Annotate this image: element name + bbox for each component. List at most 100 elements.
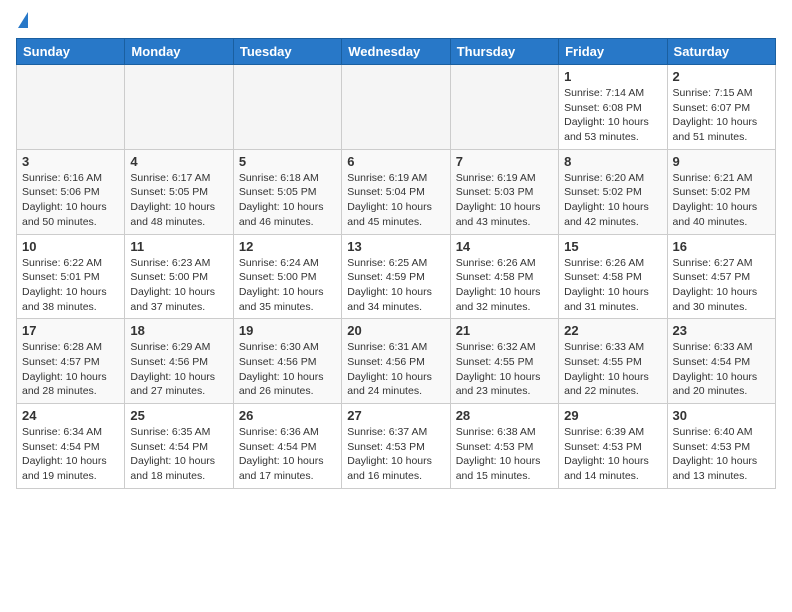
calendar-cell: 25 Sunrise: 6:35 AMSunset: 4:54 PMDayligh… [125,404,233,489]
day-number: 5 [239,154,336,169]
day-detail: Sunrise: 6:19 AMSunset: 5:04 PMDaylight:… [347,171,444,230]
calendar-cell: 8 Sunrise: 6:20 AMSunset: 5:02 PMDaylight… [559,149,667,234]
calendar-cell: 10 Sunrise: 6:22 AMSunset: 5:01 PMDayligh… [17,234,125,319]
day-number: 7 [456,154,553,169]
day-number: 6 [347,154,444,169]
day-number: 20 [347,323,444,338]
weekday-header-tuesday: Tuesday [233,39,341,65]
calendar-cell: 11 Sunrise: 6:23 AMSunset: 5:00 PMDayligh… [125,234,233,319]
day-detail: Sunrise: 6:23 AMSunset: 5:00 PMDaylight:… [130,256,227,315]
page: SundayMondayTuesdayWednesdayThursdayFrid… [0,0,792,499]
day-detail: Sunrise: 6:18 AMSunset: 5:05 PMDaylight:… [239,171,336,230]
day-number: 29 [564,408,661,423]
calendar-cell: 28 Sunrise: 6:38 AMSunset: 4:53 PMDayligh… [450,404,558,489]
calendar-cell: 14Sunrise: 6:26 AMSunset: 4:58 PMDayligh… [450,234,558,319]
day-number: 18 [130,323,227,338]
calendar-cell: 27Sunrise: 6:37 AMSunset: 4:53 PMDayligh… [342,404,450,489]
calendar: SundayMondayTuesdayWednesdayThursdayFrid… [16,38,776,489]
day-detail: Sunrise: 6:28 AMSunset: 4:57 PMDaylight:… [22,340,119,399]
day-detail: Sunrise: 6:37 AMSunset: 4:53 PMDaylight:… [347,425,444,484]
week-row-2: 3 Sunrise: 6:16 AMSunset: 5:06 PMDaylight… [17,149,776,234]
calendar-cell: 2Sunrise: 7:15 AMSunset: 6:07 PMDaylight… [667,65,775,150]
calendar-cell: 29Sunrise: 6:39 AMSunset: 4:53 PMDayligh… [559,404,667,489]
weekday-header-wednesday: Wednesday [342,39,450,65]
day-detail: Sunrise: 6:33 AMSunset: 4:55 PMDaylight:… [564,340,661,399]
calendar-cell [342,65,450,150]
day-detail: Sunrise: 6:20 AMSunset: 5:02 PMDaylight:… [564,171,661,230]
calendar-cell: 5 Sunrise: 6:18 AMSunset: 5:05 PMDaylight… [233,149,341,234]
day-number: 3 [22,154,119,169]
day-number: 4 [130,154,227,169]
day-number: 21 [456,323,553,338]
calendar-cell: 9Sunrise: 6:21 AMSunset: 5:02 PMDaylight… [667,149,775,234]
calendar-cell: 7 Sunrise: 6:19 AMSunset: 5:03 PMDaylight… [450,149,558,234]
week-row-3: 10 Sunrise: 6:22 AMSunset: 5:01 PMDayligh… [17,234,776,319]
calendar-cell: 23Sunrise: 6:33 AMSunset: 4:54 PMDayligh… [667,319,775,404]
calendar-cell: 15 Sunrise: 6:26 AMSunset: 4:58 PMDayligh… [559,234,667,319]
day-detail: Sunrise: 6:17 AMSunset: 5:05 PMDaylight:… [130,171,227,230]
calendar-cell [233,65,341,150]
calendar-cell: 16 Sunrise: 6:27 AMSunset: 4:57 PMDayligh… [667,234,775,319]
calendar-cell: 22 Sunrise: 6:33 AMSunset: 4:55 PMDayligh… [559,319,667,404]
day-detail: Sunrise: 6:38 AMSunset: 4:53 PMDaylight:… [456,425,553,484]
day-detail: Sunrise: 6:26 AMSunset: 4:58 PMDaylight:… [564,256,661,315]
day-detail: Sunrise: 6:31 AMSunset: 4:56 PMDaylight:… [347,340,444,399]
day-number: 23 [673,323,770,338]
calendar-cell: 6 Sunrise: 6:19 AMSunset: 5:04 PMDaylight… [342,149,450,234]
calendar-cell: 21 Sunrise: 6:32 AMSunset: 4:55 PMDayligh… [450,319,558,404]
header [16,16,776,28]
day-number: 1 [564,69,661,84]
weekday-header-monday: Monday [125,39,233,65]
day-detail: Sunrise: 6:30 AMSunset: 4:56 PMDaylight:… [239,340,336,399]
day-number: 30 [673,408,770,423]
day-number: 13 [347,239,444,254]
day-detail: Sunrise: 6:36 AMSunset: 4:54 PMDaylight:… [239,425,336,484]
calendar-cell [125,65,233,150]
day-number: 12 [239,239,336,254]
day-detail: Sunrise: 6:25 AMSunset: 4:59 PMDaylight:… [347,256,444,315]
weekday-header-thursday: Thursday [450,39,558,65]
day-detail: Sunrise: 6:29 AMSunset: 4:56 PMDaylight:… [130,340,227,399]
day-detail: Sunrise: 6:40 AMSunset: 4:53 PMDaylight:… [673,425,770,484]
weekday-header-friday: Friday [559,39,667,65]
week-row-1: 1 Sunrise: 7:14 AMSunset: 6:08 PMDaylight… [17,65,776,150]
weekday-header-sunday: Sunday [17,39,125,65]
calendar-cell: 26 Sunrise: 6:36 AMSunset: 4:54 PMDayligh… [233,404,341,489]
day-number: 28 [456,408,553,423]
day-number: 25 [130,408,227,423]
logo [16,16,28,28]
day-number: 24 [22,408,119,423]
day-detail: Sunrise: 6:35 AMSunset: 4:54 PMDaylight:… [130,425,227,484]
day-number: 10 [22,239,119,254]
calendar-cell: 18 Sunrise: 6:29 AMSunset: 4:56 PMDayligh… [125,319,233,404]
day-detail: Sunrise: 7:15 AMSunset: 6:07 PMDaylight:… [673,86,770,145]
calendar-cell: 19 Sunrise: 6:30 AMSunset: 4:56 PMDayligh… [233,319,341,404]
day-number: 11 [130,239,227,254]
calendar-cell: 30 Sunrise: 6:40 AMSunset: 4:53 PMDayligh… [667,404,775,489]
day-detail: Sunrise: 6:22 AMSunset: 5:01 PMDaylight:… [22,256,119,315]
day-detail: Sunrise: 6:16 AMSunset: 5:06 PMDaylight:… [22,171,119,230]
calendar-cell: 13 Sunrise: 6:25 AMSunset: 4:59 PMDayligh… [342,234,450,319]
logo-triangle-icon [18,12,28,28]
day-number: 15 [564,239,661,254]
calendar-cell: 3 Sunrise: 6:16 AMSunset: 5:06 PMDaylight… [17,149,125,234]
day-detail: Sunrise: 7:14 AMSunset: 6:08 PMDaylight:… [564,86,661,145]
day-detail: Sunrise: 6:32 AMSunset: 4:55 PMDaylight:… [456,340,553,399]
day-number: 17 [22,323,119,338]
calendar-cell [450,65,558,150]
day-detail: Sunrise: 6:27 AMSunset: 4:57 PMDaylight:… [673,256,770,315]
day-number: 14 [456,239,553,254]
calendar-cell: 17 Sunrise: 6:28 AMSunset: 4:57 PMDayligh… [17,319,125,404]
day-number: 8 [564,154,661,169]
week-row-5: 24 Sunrise: 6:34 AMSunset: 4:54 PMDayligh… [17,404,776,489]
calendar-cell: 20 Sunrise: 6:31 AMSunset: 4:56 PMDayligh… [342,319,450,404]
day-detail: Sunrise: 6:19 AMSunset: 5:03 PMDaylight:… [456,171,553,230]
weekday-header-row: SundayMondayTuesdayWednesdayThursdayFrid… [17,39,776,65]
day-number: 9 [673,154,770,169]
day-number: 19 [239,323,336,338]
calendar-cell: 24 Sunrise: 6:34 AMSunset: 4:54 PMDayligh… [17,404,125,489]
day-number: 26 [239,408,336,423]
day-detail: Sunrise: 6:34 AMSunset: 4:54 PMDaylight:… [22,425,119,484]
day-number: 22 [564,323,661,338]
day-number: 16 [673,239,770,254]
